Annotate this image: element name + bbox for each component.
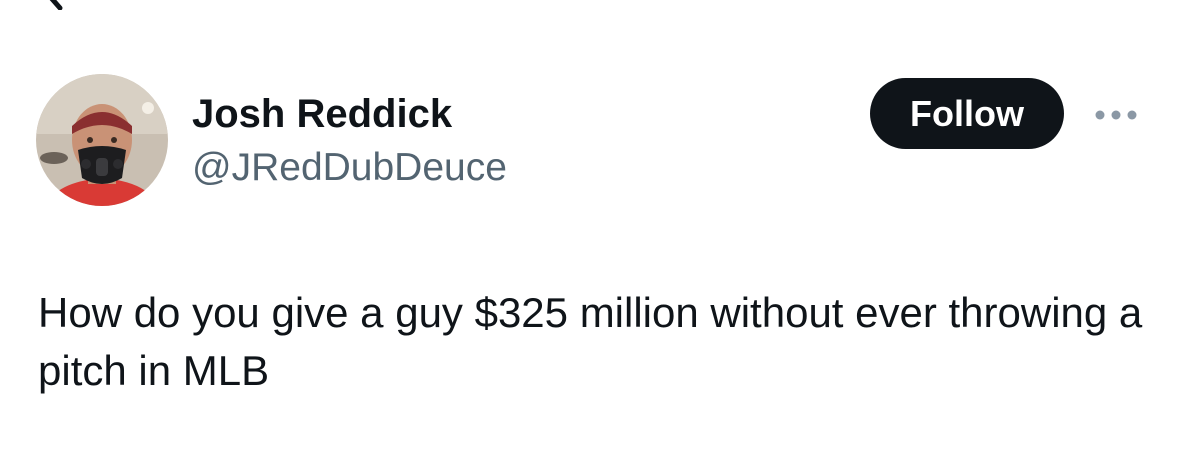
more-options-button[interactable] bbox=[1088, 98, 1144, 132]
top-header: Post bbox=[0, 0, 1179, 11]
follow-button[interactable]: Follow bbox=[870, 78, 1064, 149]
ellipsis-icon bbox=[1095, 110, 1137, 120]
post-text: How do you give a guy $325 million witho… bbox=[38, 289, 1143, 394]
avatar[interactable] bbox=[36, 74, 168, 206]
display-name[interactable]: Josh Reddick bbox=[192, 90, 452, 138]
user-handle[interactable]: @JRedDubDeuce bbox=[192, 144, 507, 192]
profile-photo-icon bbox=[36, 74, 168, 206]
page-title: Post bbox=[0, 0, 1179, 10]
